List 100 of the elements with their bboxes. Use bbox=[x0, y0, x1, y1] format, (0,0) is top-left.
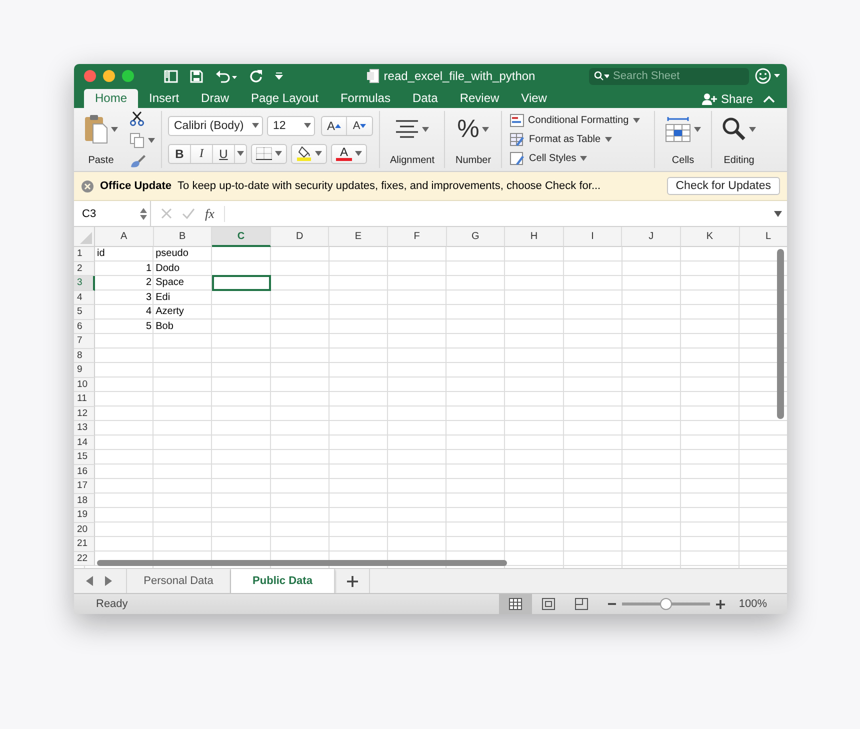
next-sheet-icon[interactable] bbox=[105, 576, 112, 586]
borders-button[interactable] bbox=[251, 144, 287, 164]
alignment-button[interactable]: Alignment bbox=[386, 111, 438, 168]
ribbon-tab[interactable]: Page Layout bbox=[240, 89, 330, 108]
fill-color-button[interactable] bbox=[291, 144, 327, 164]
insert-function-button[interactable]: fx bbox=[205, 206, 214, 222]
redo-icon[interactable] bbox=[249, 69, 263, 83]
format-painter-icon[interactable] bbox=[130, 154, 146, 168]
smiley-icon[interactable] bbox=[755, 68, 781, 84]
previous-sheet-icon[interactable] bbox=[86, 576, 93, 586]
row-header[interactable]: 19 bbox=[74, 508, 95, 522]
row-header[interactable]: 12 bbox=[74, 406, 95, 421]
column-header[interactable]: L bbox=[740, 227, 787, 247]
italic-button[interactable]: I bbox=[191, 144, 213, 162]
dismiss-icon[interactable] bbox=[81, 180, 94, 192]
column-header[interactable]: G bbox=[446, 227, 506, 247]
copy-icon[interactable] bbox=[130, 132, 144, 148]
row-header[interactable]: 20 bbox=[74, 522, 95, 537]
table-cell[interactable]: 1 bbox=[95, 262, 154, 276]
row-header[interactable]: 2 bbox=[74, 262, 95, 276]
column-header[interactable]: C bbox=[212, 227, 271, 247]
ribbon-tab[interactable]: Draw bbox=[190, 89, 240, 108]
row-header[interactable]: 1 bbox=[74, 247, 95, 262]
row-header[interactable]: 13 bbox=[74, 421, 95, 436]
expand-caret-icon[interactable] bbox=[774, 210, 782, 216]
table-cell[interactable]: Space bbox=[154, 276, 212, 290]
add-sheet-icon[interactable] bbox=[346, 576, 358, 586]
row-header[interactable]: 7 bbox=[74, 334, 95, 348]
table-cell[interactable]: 3 bbox=[95, 290, 154, 305]
editing-button[interactable]: Editing bbox=[718, 111, 760, 168]
scissors-icon[interactable] bbox=[130, 111, 144, 126]
table-cell[interactable]: pseudo bbox=[154, 247, 212, 262]
maximize-icon[interactable] bbox=[122, 70, 134, 82]
ribbon-tab[interactable]: View bbox=[510, 89, 558, 108]
search-field[interactable]: Search Sheet bbox=[589, 68, 749, 84]
row-header[interactable]: 9 bbox=[74, 363, 95, 378]
row-header[interactable]: 10 bbox=[74, 378, 95, 392]
table-cell[interactable]: 2 bbox=[95, 276, 154, 290]
ribbon-tab[interactable]: Formulas bbox=[329, 89, 402, 108]
paste-button[interactable]: Paste bbox=[80, 111, 122, 168]
column-header[interactable]: H bbox=[505, 227, 564, 247]
column-header[interactable]: B bbox=[154, 227, 212, 247]
bold-button[interactable]: B bbox=[169, 144, 191, 162]
column-header[interactable]: E bbox=[329, 227, 388, 247]
ribbon-tab[interactable]: Home bbox=[84, 89, 138, 108]
column-header[interactable]: J bbox=[622, 227, 681, 247]
checkmark-icon[interactable] bbox=[182, 208, 195, 219]
ribbon-tab[interactable]: Data bbox=[401, 89, 449, 108]
row-header[interactable]: 22 bbox=[74, 552, 95, 566]
styles-menu-item[interactable]: Format as Table bbox=[510, 130, 646, 148]
row-header[interactable]: 4 bbox=[74, 290, 95, 305]
table-cell[interactable]: id bbox=[95, 247, 154, 262]
number-button[interactable]: % Number bbox=[451, 111, 496, 168]
row-header[interactable]: 15 bbox=[74, 450, 95, 464]
selected-cell[interactable] bbox=[212, 275, 271, 290]
column-header[interactable]: F bbox=[388, 227, 447, 247]
row-header[interactable]: 8 bbox=[74, 348, 95, 363]
save-icon[interactable] bbox=[190, 70, 203, 82]
share-button[interactable]: Share bbox=[720, 92, 753, 106]
row-header[interactable]: 6 bbox=[74, 320, 95, 334]
font-size-field[interactable]: 12 bbox=[267, 116, 315, 136]
zoom-in-icon[interactable] bbox=[716, 600, 725, 608]
table-cell[interactable]: Bob bbox=[154, 320, 212, 334]
row-header[interactable]: 17 bbox=[74, 479, 95, 494]
row-header[interactable]: 16 bbox=[74, 464, 95, 479]
column-header[interactable]: I bbox=[564, 227, 622, 247]
view-mode-button[interactable] bbox=[498, 594, 532, 614]
table-cell[interactable]: Azerty bbox=[154, 305, 212, 320]
table-cell[interactable]: Edi bbox=[154, 290, 212, 305]
cells-button[interactable]: Cells bbox=[661, 111, 706, 168]
name-box[interactable]: C3 bbox=[74, 201, 151, 226]
font-color-button[interactable]: A bbox=[331, 144, 367, 164]
row-header[interactable]: 11 bbox=[74, 392, 95, 406]
font-name-field[interactable]: Calibri (Body) bbox=[168, 116, 263, 136]
row-header[interactable]: 14 bbox=[74, 436, 95, 450]
undo-icon[interactable] bbox=[215, 70, 237, 82]
customize-toolbar-icon[interactable] bbox=[275, 72, 283, 80]
shrink-font-button[interactable]: A bbox=[347, 116, 372, 134]
collapse-ribbon-icon[interactable] bbox=[763, 94, 775, 102]
horizontal-scrollbar[interactable] bbox=[97, 560, 507, 566]
row-header[interactable]: 21 bbox=[74, 537, 95, 552]
column-header[interactable]: D bbox=[270, 227, 330, 247]
styles-menu-item[interactable]: Cell Styles bbox=[510, 150, 646, 168]
styles-menu-item[interactable]: Conditional Formatting bbox=[510, 112, 646, 130]
minimize-icon[interactable] bbox=[103, 70, 115, 82]
ribbon-tab[interactable]: Review bbox=[448, 89, 510, 108]
sidebar-icon[interactable] bbox=[164, 70, 178, 82]
zoom-out-icon[interactable] bbox=[608, 600, 616, 608]
check-updates-button[interactable]: Check for Updates bbox=[666, 177, 780, 195]
sheet-tab[interactable]: Public Data bbox=[231, 569, 335, 593]
table-cell[interactable]: 4 bbox=[95, 305, 154, 320]
column-header[interactable]: A bbox=[95, 227, 154, 247]
column-header[interactable]: K bbox=[680, 227, 740, 247]
table-cell[interactable]: Dodo bbox=[154, 262, 212, 276]
row-header[interactable]: 18 bbox=[74, 494, 95, 508]
underline-button[interactable]: U bbox=[213, 144, 235, 162]
grow-font-button[interactable]: A bbox=[322, 116, 347, 134]
row-header[interactable]: 3 bbox=[74, 276, 95, 290]
slider-thumb[interactable] bbox=[660, 598, 672, 610]
ribbon-tab[interactable]: Insert bbox=[138, 89, 190, 108]
